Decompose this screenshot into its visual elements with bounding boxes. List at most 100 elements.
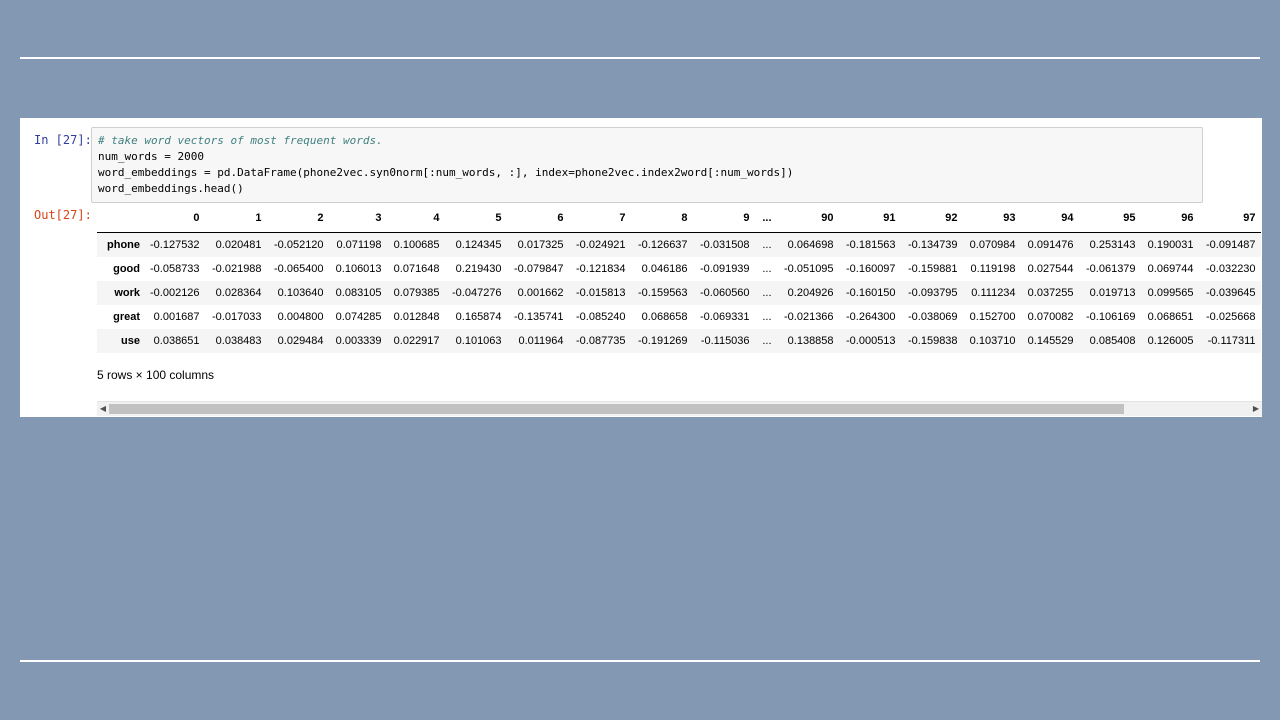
column-header: 93 [962, 204, 1021, 233]
table-cell: -0.264300 [846, 311, 896, 323]
table-cell: 0.145529 [1020, 329, 1079, 353]
table-cell: -0.051095 [784, 263, 834, 275]
table-cell: ... [754, 232, 777, 257]
table-cell: -0.032230 [1206, 263, 1256, 275]
dataframe-table: 0 1 2 3 4 5 6 7 8 9... 90 91 92 93 94 95 96 97 phone -0.12… [97, 204, 1261, 353]
table-cell: 0.253143 [1078, 232, 1141, 257]
table-cell: -0.061379 [1086, 263, 1136, 275]
column-header: 95 [1078, 204, 1141, 233]
horizontal-scrollbar[interactable]: ◀ ▶ [97, 401, 1262, 416]
table-cell: -0.117311 [1198, 329, 1261, 353]
scroll-left-icon[interactable]: ◀ [97, 402, 109, 416]
column-header: 8 [630, 204, 693, 233]
table-cell: -0.160150 [838, 281, 901, 305]
notebook-cell: In [27]: # take word vectors of most fre… [20, 118, 1262, 417]
row-index-label: work [97, 281, 145, 305]
table-cell: -0.065400 [274, 263, 324, 275]
column-header: ... [754, 204, 777, 233]
table-cell: 0.074285 [335, 311, 382, 323]
column-header: 0 [145, 204, 205, 233]
table-cell: 0.038651 [145, 329, 205, 353]
row-index-label: use [97, 329, 145, 353]
table-cell: 0.106013 [335, 263, 382, 275]
table-cell: ... [762, 311, 772, 323]
table-row: great 0.001687 -0.017033 0.004800 0.074285 0.… [97, 305, 1261, 329]
table-cell: 0.219430 [455, 263, 502, 275]
table-cell: -0.091939 [700, 263, 750, 275]
code-line: num_words = 2000 [98, 150, 204, 163]
column-header: 1 [204, 204, 267, 233]
table-cell: 0.001687 [153, 311, 200, 323]
table-cell: -0.134739 [900, 232, 963, 257]
table-cell: -0.159563 [630, 281, 693, 305]
table-cell: 0.068658 [641, 311, 688, 323]
column-header: 6 [506, 204, 569, 233]
column-header: 90 [776, 204, 839, 233]
table-cell: 0.003339 [328, 329, 387, 353]
table-cell: 0.064698 [776, 232, 839, 257]
table-cell: -0.058733 [150, 263, 200, 275]
column-header: 9 [692, 204, 755, 233]
table-cell: 0.029484 [266, 329, 329, 353]
table-row: good -0.058733 -0.021988 -0.065400 0.106013 0… [97, 257, 1261, 281]
table-cell: 0.011964 [506, 329, 569, 353]
table-row: phone -0.127532 0.020481 -0.052120 0.071198 0… [97, 232, 1261, 257]
table-cell: 0.071198 [328, 232, 387, 257]
bottom-divider [20, 660, 1260, 662]
output-area: 0 1 2 3 4 5 6 7 8 9... 90 91 92 93 94 95 96 97 phone -0.12… [97, 204, 1262, 417]
code-line: word_embeddings = pd.DataFrame(phone2vec… [98, 166, 794, 179]
table-cell: 0.017325 [506, 232, 569, 257]
table-cell: 0.001662 [506, 281, 569, 305]
column-header: 94 [1020, 204, 1079, 233]
column-header: 3 [328, 204, 387, 233]
table-cell: 0.103640 [266, 281, 329, 305]
table-cell: -0.039645 [1198, 281, 1261, 305]
table-cell: -0.115036 [692, 329, 755, 353]
table-cell: -0.024921 [568, 232, 631, 257]
table-cell: -0.079847 [514, 263, 564, 275]
column-header: 4 [386, 204, 445, 233]
index-header [97, 204, 145, 233]
row-index-label: phone [97, 232, 145, 257]
table-cell: 0.204926 [776, 281, 839, 305]
table-cell: 0.070984 [962, 232, 1021, 257]
table-cell: 0.119198 [970, 263, 1016, 275]
table-cell: 0.071648 [393, 263, 440, 275]
table-cell: 0.165874 [455, 311, 502, 323]
table-cell: 0.103710 [962, 329, 1021, 353]
table-cell: -0.126637 [630, 232, 693, 257]
table-cell: -0.025668 [1206, 311, 1256, 323]
table-cell: -0.031508 [692, 232, 755, 257]
input-prompt: In [27]: [34, 133, 92, 147]
table-body: phone -0.127532 0.020481 -0.052120 0.071198 0… [97, 232, 1261, 353]
row-index-label: good [113, 263, 140, 275]
table-cell: -0.002126 [145, 281, 205, 305]
table-row: work -0.002126 0.028364 0.103640 0.083105 0.0… [97, 281, 1261, 305]
table-cell: 0.138858 [776, 329, 839, 353]
table-cell: -0.000513 [838, 329, 901, 353]
table-cell: 0.037255 [1020, 281, 1079, 305]
column-header: 91 [838, 204, 901, 233]
top-divider [20, 57, 1260, 59]
table-cell: -0.017033 [212, 311, 262, 323]
table-cell: 0.152700 [969, 311, 1016, 323]
code-editor[interactable]: # take word vectors of most frequent wor… [91, 127, 1203, 203]
scroll-right-icon[interactable]: ▶ [1250, 402, 1262, 416]
scrollbar-thumb[interactable] [109, 404, 1124, 414]
table-cell: 0.126005 [1140, 329, 1199, 353]
table-cell: -0.021366 [784, 311, 834, 323]
code-line: word_embeddings.head() [98, 182, 244, 195]
table-cell: -0.127532 [145, 232, 205, 257]
table-cell: -0.093795 [900, 281, 963, 305]
table-cell: -0.191269 [630, 329, 693, 353]
table-cell: 0.022917 [386, 329, 445, 353]
table-cell: -0.135741 [514, 311, 564, 323]
table-cell: -0.106169 [1086, 311, 1136, 323]
table-cell: ... [754, 329, 777, 353]
code-line-comment: # take word vectors of most frequent wor… [98, 134, 383, 147]
column-header: 2 [266, 204, 329, 233]
table-header-row: 0 1 2 3 4 5 6 7 8 9... 90 91 92 93 94 95 96 97 [97, 204, 1261, 233]
output-prompt: Out[27]: [34, 208, 92, 222]
table-cell: -0.038069 [908, 311, 958, 323]
table-cell: 0.038483 [204, 329, 267, 353]
